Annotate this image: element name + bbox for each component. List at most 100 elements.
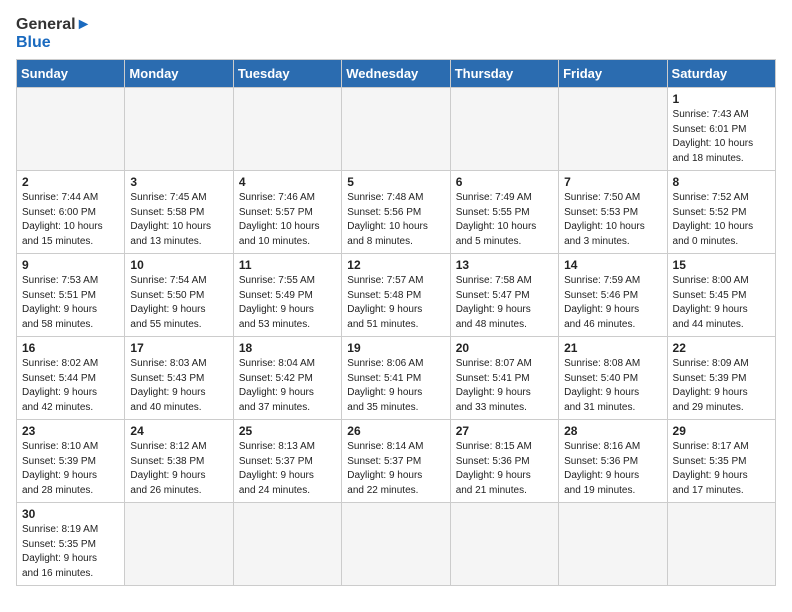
day-number: 27 [456,424,553,438]
day-number: 14 [564,258,661,272]
calendar-cell: 6Sunrise: 7:49 AM Sunset: 5:55 PM Daylig… [450,171,558,254]
day-info: Sunrise: 7:54 AM Sunset: 5:50 PM Dayligh… [130,274,227,332]
weekday-header-wednesday: Wednesday [342,60,450,88]
day-number: 2 [22,175,119,189]
day-number: 16 [22,341,119,355]
weekday-header-friday: Friday [559,60,667,88]
calendar-cell [233,503,341,586]
day-number: 28 [564,424,661,438]
day-number: 17 [130,341,227,355]
calendar-cell: 20 Sunrise: 8:07 AM Sunset: 5:41 PM Dayli… [450,337,558,420]
day-number: 19 [347,341,444,355]
day-number: 8 [673,175,770,189]
day-number: 6 [456,175,553,189]
calendar-cell [559,503,667,586]
week-row-2: 2Sunrise: 7:44 AM Sunset: 6:00 PM Daylig… [17,171,776,254]
day-info: Sunrise: 7:58 AM Sunset: 5:47 PM Dayligh… [456,274,553,332]
calendar-cell: 19 Sunrise: 8:06 AM Sunset: 5:41 PM Dayli… [342,337,450,420]
calendar-cell: 27 Sunrise: 8:15 AM Sunset: 5:36 PM Dayli… [450,420,558,503]
calendar-cell [125,88,233,171]
calendar-cell: 8Sunrise: 7:52 AM Sunset: 5:52 PM Daylig… [667,171,775,254]
calendar-cell: 3 Sunrise: 7:45 AM Sunset: 5:58 PM Daylig… [125,171,233,254]
day-number: 24 [130,424,227,438]
day-info: Sunrise: 7:46 AM Sunset: 5:57 PM Dayligh… [239,191,336,249]
day-info: Sunrise: 7:50 AM Sunset: 5:53 PM Dayligh… [564,191,661,249]
calendar-cell: 18 Sunrise: 8:04 AM Sunset: 5:42 PM Dayli… [233,337,341,420]
calendar-cell: 28 Sunrise: 8:16 AM Sunset: 5:36 PM Dayli… [559,420,667,503]
calendar-cell: 12Sunrise: 7:57 AM Sunset: 5:48 PM Dayli… [342,254,450,337]
day-info: Sunrise: 8:02 AM Sunset: 5:44 PM Dayligh… [22,357,119,415]
day-number: 1 [673,92,770,106]
day-number: 30 [22,507,119,521]
week-row-1: 1 Sunrise: 7:43 AM Sunset: 6:01 PM Daylig… [17,88,776,171]
calendar-cell: 1 Sunrise: 7:43 AM Sunset: 6:01 PM Daylig… [667,88,775,171]
day-number: 22 [673,341,770,355]
calendar-cell: 15Sunrise: 8:00 AM Sunset: 5:45 PM Dayli… [667,254,775,337]
calendar-cell: 7 Sunrise: 7:50 AM Sunset: 5:53 PM Daylig… [559,171,667,254]
day-info: Sunrise: 8:14 AM Sunset: 5:37 PM Dayligh… [347,440,444,498]
calendar-cell: 4 Sunrise: 7:46 AM Sunset: 5:57 PM Daylig… [233,171,341,254]
logo-blue: Blue [16,34,91,52]
calendar-cell [450,503,558,586]
day-number: 11 [239,258,336,272]
week-row-6: 30 Sunrise: 8:19 AM Sunset: 5:35 PM Dayli… [17,503,776,586]
calendar-cell: 21Sunrise: 8:08 AM Sunset: 5:40 PM Dayli… [559,337,667,420]
weekday-header-monday: Monday [125,60,233,88]
day-number: 29 [673,424,770,438]
weekday-header-sunday: Sunday [17,60,125,88]
day-number: 5 [347,175,444,189]
calendar-cell: 23Sunrise: 8:10 AM Sunset: 5:39 PM Dayli… [17,420,125,503]
calendar-cell [17,88,125,171]
logo: General► Blue [16,16,91,51]
day-info: Sunrise: 8:13 AM Sunset: 5:37 PM Dayligh… [239,440,336,498]
day-info: Sunrise: 8:07 AM Sunset: 5:41 PM Dayligh… [456,357,553,415]
day-number: 26 [347,424,444,438]
day-info: Sunrise: 7:43 AM Sunset: 6:01 PM Dayligh… [673,108,770,166]
day-number: 18 [239,341,336,355]
calendar-cell: 13 Sunrise: 7:58 AM Sunset: 5:47 PM Dayli… [450,254,558,337]
day-info: Sunrise: 8:09 AM Sunset: 5:39 PM Dayligh… [673,357,770,415]
week-row-5: 23Sunrise: 8:10 AM Sunset: 5:39 PM Dayli… [17,420,776,503]
calendar-cell [233,88,341,171]
day-info: Sunrise: 8:12 AM Sunset: 5:38 PM Dayligh… [130,440,227,498]
week-row-3: 9Sunrise: 7:53 AM Sunset: 5:51 PM Daylig… [17,254,776,337]
day-info: Sunrise: 8:04 AM Sunset: 5:42 PM Dayligh… [239,357,336,415]
calendar-cell [559,88,667,171]
day-number: 20 [456,341,553,355]
calendar-cell: 29Sunrise: 8:17 AM Sunset: 5:35 PM Dayli… [667,420,775,503]
day-info: Sunrise: 8:19 AM Sunset: 5:35 PM Dayligh… [22,523,119,581]
calendar-cell: 2Sunrise: 7:44 AM Sunset: 6:00 PM Daylig… [17,171,125,254]
day-number: 13 [456,258,553,272]
header: General► Blue [16,16,776,51]
calendar-cell: 25 Sunrise: 8:13 AM Sunset: 5:37 PM Dayli… [233,420,341,503]
calendar-cell: 24 Sunrise: 8:12 AM Sunset: 5:38 PM Dayli… [125,420,233,503]
calendar-cell: 14 Sunrise: 7:59 AM Sunset: 5:46 PM Dayli… [559,254,667,337]
calendar-cell: 17Sunrise: 8:03 AM Sunset: 5:43 PM Dayli… [125,337,233,420]
weekday-header-thursday: Thursday [450,60,558,88]
logo-general: General► [16,16,91,34]
day-info: Sunrise: 7:59 AM Sunset: 5:46 PM Dayligh… [564,274,661,332]
weekday-header-saturday: Saturday [667,60,775,88]
day-info: Sunrise: 8:16 AM Sunset: 5:36 PM Dayligh… [564,440,661,498]
day-info: Sunrise: 8:00 AM Sunset: 5:45 PM Dayligh… [673,274,770,332]
day-number: 25 [239,424,336,438]
day-info: Sunrise: 8:15 AM Sunset: 5:36 PM Dayligh… [456,440,553,498]
day-number: 3 [130,175,227,189]
calendar-cell [342,88,450,171]
day-info: Sunrise: 8:06 AM Sunset: 5:41 PM Dayligh… [347,357,444,415]
calendar-table: SundayMondayTuesdayWednesdayThursdayFrid… [16,59,776,586]
day-number: 10 [130,258,227,272]
calendar-cell: 16 Sunrise: 8:02 AM Sunset: 5:44 PM Dayli… [17,337,125,420]
day-number: 4 [239,175,336,189]
day-info: Sunrise: 7:45 AM Sunset: 5:58 PM Dayligh… [130,191,227,249]
calendar-cell: 30 Sunrise: 8:19 AM Sunset: 5:35 PM Dayli… [17,503,125,586]
day-number: 7 [564,175,661,189]
calendar-cell [125,503,233,586]
calendar-cell: 10 Sunrise: 7:54 AM Sunset: 5:50 PM Dayli… [125,254,233,337]
calendar-cell: 22 Sunrise: 8:09 AM Sunset: 5:39 PM Dayli… [667,337,775,420]
calendar-cell: 11Sunrise: 7:55 AM Sunset: 5:49 PM Dayli… [233,254,341,337]
day-number: 23 [22,424,119,438]
day-number: 12 [347,258,444,272]
week-row-4: 16 Sunrise: 8:02 AM Sunset: 5:44 PM Dayli… [17,337,776,420]
calendar-cell [667,503,775,586]
